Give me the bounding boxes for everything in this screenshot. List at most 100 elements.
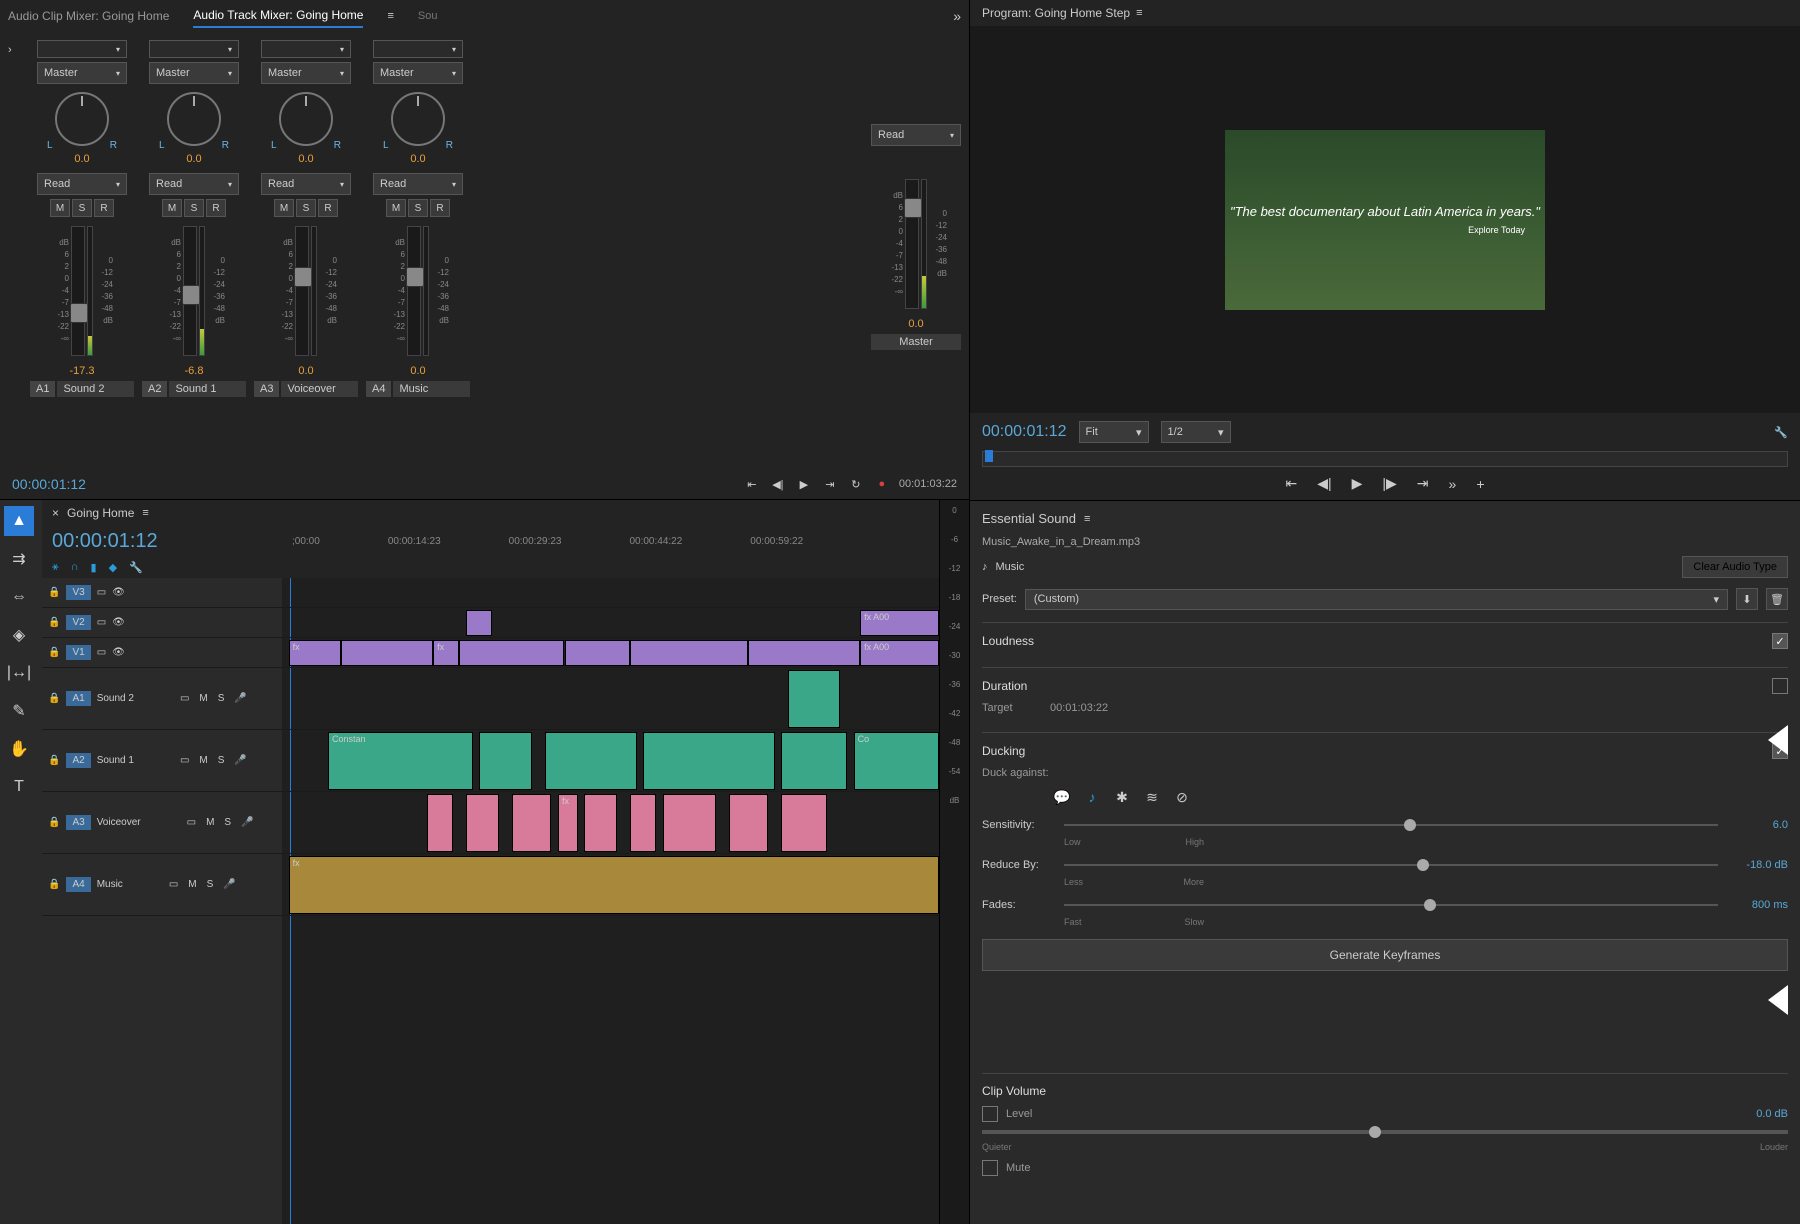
duck-dialogue-icon[interactable]: 💬 bbox=[1052, 787, 1072, 807]
audio-clip[interactable] bbox=[781, 794, 827, 852]
automation-dropdown[interactable]: Read▾ bbox=[149, 173, 239, 195]
toggle-track-icon[interactable]: ▭ bbox=[187, 817, 196, 828]
fader-handle[interactable] bbox=[406, 267, 424, 287]
mixer-timecode[interactable]: 00:00:01:12 bbox=[12, 476, 86, 492]
timeline-timecode[interactable]: 00:00:01:12 bbox=[52, 530, 292, 553]
fx-slot[interactable]: ▾ bbox=[149, 40, 239, 58]
fx-slot[interactable]: ▾ bbox=[261, 40, 351, 58]
pan-value[interactable]: 0.0 bbox=[74, 153, 89, 165]
automation-dropdown[interactable]: Read▾ bbox=[37, 173, 127, 195]
mute-track-button[interactable]: M bbox=[199, 755, 207, 766]
play-icon[interactable]: ▶ bbox=[795, 475, 813, 493]
time-ruler[interactable]: ;00:0000:00:14:2300:00:29:2300:00:44:220… bbox=[292, 536, 929, 547]
video-clip[interactable] bbox=[565, 640, 631, 666]
audio-clip[interactable]: Co bbox=[854, 732, 939, 790]
audio-track-A3[interactable]: fx bbox=[282, 792, 939, 854]
video-preview[interactable]: "The best documentary about Latin Americ… bbox=[1225, 130, 1545, 310]
record-arm-button[interactable]: R bbox=[430, 199, 450, 217]
video-track-V1[interactable]: fx fx fx A00 bbox=[282, 638, 939, 668]
step-back-icon[interactable]: ◀| bbox=[769, 475, 787, 493]
step-back-prog-icon[interactable]: ◀| bbox=[1317, 475, 1331, 492]
mute-track-button[interactable]: M bbox=[206, 817, 214, 828]
video-clip[interactable] bbox=[630, 640, 748, 666]
automation-dropdown[interactable]: Read▾ bbox=[871, 124, 961, 146]
fader[interactable] bbox=[407, 226, 421, 356]
video-clip[interactable]: fx bbox=[433, 640, 459, 666]
mute-button[interactable]: M bbox=[162, 199, 182, 217]
solo-button[interactable]: S bbox=[72, 199, 92, 217]
fader[interactable] bbox=[71, 226, 85, 356]
video-clip[interactable] bbox=[341, 640, 433, 666]
voice-record-icon[interactable]: 🎤 bbox=[234, 755, 246, 766]
fader[interactable] bbox=[183, 226, 197, 356]
duck-music-icon[interactable]: ♪ bbox=[1082, 787, 1102, 807]
track-select-tool[interactable]: ⇉ bbox=[4, 544, 34, 574]
automation-dropdown[interactable]: Read▾ bbox=[373, 173, 463, 195]
pan-knob[interactable] bbox=[167, 92, 221, 146]
db-value[interactable]: -6.8 bbox=[185, 365, 204, 377]
razor-tool[interactable]: ◈ bbox=[4, 620, 34, 650]
save-preset-icon[interactable]: ⬇ bbox=[1736, 588, 1758, 610]
program-title[interactable]: Program: Going Home Step bbox=[982, 6, 1130, 20]
lock-icon[interactable]: 🔒 bbox=[48, 755, 60, 766]
marker-icon-toolbar[interactable]: ▮ bbox=[91, 561, 97, 574]
mute-button[interactable]: M bbox=[50, 199, 70, 217]
add-marker-prog-icon[interactable]: + bbox=[1476, 476, 1484, 492]
toggle-track-icon[interactable]: ▭ bbox=[180, 693, 189, 704]
reduce-value[interactable]: -18.0 dB bbox=[1728, 859, 1788, 871]
solo-track-button[interactable]: S bbox=[224, 817, 231, 828]
record-arm-button[interactable]: R bbox=[318, 199, 338, 217]
fx-badge[interactable]: fx bbox=[293, 642, 300, 652]
audio-track-head-A4[interactable]: 🔒 A4 Music ▭ M S 🎤 bbox=[42, 854, 282, 916]
fader-handle[interactable] bbox=[70, 303, 88, 323]
fades-value[interactable]: 800 ms bbox=[1728, 899, 1788, 911]
fit-dropdown[interactable]: Fit▾ bbox=[1079, 421, 1149, 443]
audio-clip[interactable]: Constan bbox=[328, 732, 473, 790]
sequence-name[interactable]: Going Home bbox=[67, 506, 134, 520]
fx-slot[interactable]: ▾ bbox=[37, 40, 127, 58]
sensitivity-value[interactable]: 6.0 bbox=[1728, 819, 1788, 831]
voice-record-icon[interactable]: 🎤 bbox=[234, 693, 246, 704]
pan-knob[interactable] bbox=[279, 92, 333, 146]
mark-in-icon[interactable]: ⇤ bbox=[1285, 475, 1297, 492]
solo-track-button[interactable]: S bbox=[218, 755, 225, 766]
lock-icon[interactable]: 🔒 bbox=[48, 587, 60, 598]
fx-badge[interactable]: fx bbox=[562, 796, 569, 806]
duck-sfx-icon[interactable]: ✱ bbox=[1112, 787, 1132, 807]
snap-icon[interactable]: ⚹ bbox=[52, 561, 59, 574]
audio-clip[interactable] bbox=[729, 794, 768, 852]
pan-knob[interactable] bbox=[391, 92, 445, 146]
video-track-V3[interactable] bbox=[282, 578, 939, 608]
mark-out-icon[interactable]: ⇥ bbox=[1417, 475, 1429, 492]
video-clip[interactable]: fx A00 bbox=[860, 640, 939, 666]
solo-track-button[interactable]: S bbox=[218, 693, 225, 704]
toggle-track-icon[interactable]: ▭ bbox=[169, 879, 178, 890]
expand-effects-icon[interactable]: › bbox=[8, 40, 22, 465]
fx-badge[interactable]: fx bbox=[293, 858, 300, 868]
more-transport-icon[interactable]: » bbox=[1449, 476, 1457, 492]
audio-clip[interactable] bbox=[584, 794, 617, 852]
pen-tool[interactable]: ✎ bbox=[4, 696, 34, 726]
output-dropdown[interactable]: Master▾ bbox=[373, 62, 463, 84]
lock-icon[interactable]: 🔒 bbox=[48, 617, 60, 628]
tab-clip-mixer[interactable]: Audio Clip Mixer: Going Home bbox=[8, 5, 169, 27]
db-value[interactable]: 0.0 bbox=[298, 365, 313, 377]
pan-value[interactable]: 0.0 bbox=[186, 153, 201, 165]
lock-icon[interactable]: 🔒 bbox=[48, 647, 60, 658]
settings-marker-icon[interactable]: ◆ bbox=[109, 561, 117, 574]
duration-checkbox[interactable] bbox=[1772, 678, 1788, 694]
slip-tool[interactable]: |↔| bbox=[4, 658, 34, 688]
audio-clip[interactable] bbox=[643, 732, 774, 790]
tab-truncated[interactable]: Sou bbox=[418, 10, 438, 22]
audio-track-A4[interactable]: fx bbox=[282, 854, 939, 916]
linked-selection-icon[interactable]: ∩ bbox=[71, 561, 79, 574]
scrubber-handle[interactable] bbox=[985, 450, 993, 462]
record-icon[interactable]: ● bbox=[873, 475, 891, 493]
solo-button[interactable]: S bbox=[184, 199, 204, 217]
db-value[interactable]: -17.3 bbox=[69, 365, 94, 377]
loudness-section-header[interactable]: Loudness bbox=[982, 633, 1788, 649]
tab-track-mixer[interactable]: Audio Track Mixer: Going Home bbox=[193, 4, 363, 28]
reduce-slider[interactable] bbox=[1064, 864, 1718, 866]
toggle-output-icon[interactable]: ▭ bbox=[97, 587, 106, 598]
db-value[interactable]: 0.0 bbox=[410, 365, 425, 377]
